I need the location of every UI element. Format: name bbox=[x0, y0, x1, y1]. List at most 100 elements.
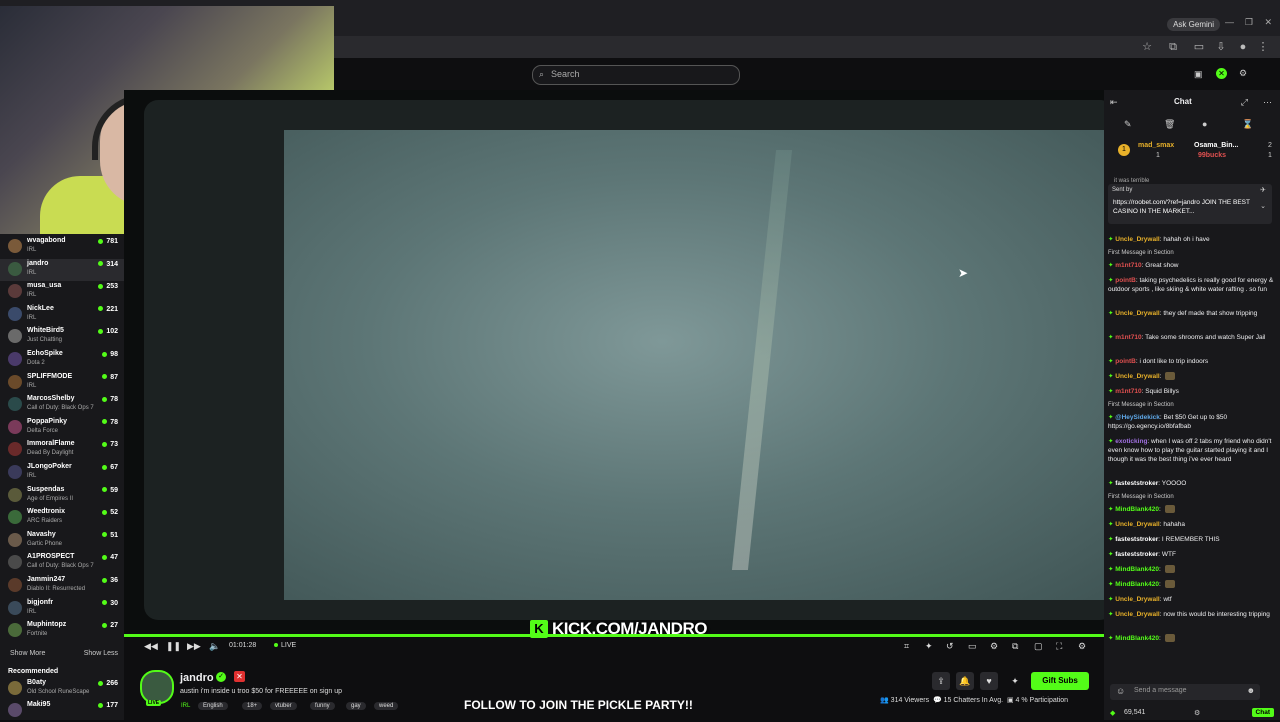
profile-avatar-icon[interactable]: ● bbox=[1236, 40, 1250, 54]
video-player[interactable]: ➤ bbox=[124, 90, 1104, 638]
sidebar-channel-echospike[interactable]: EchoSpike Dota 2 98 bbox=[0, 349, 124, 371]
live-indicator[interactable]: LIVE bbox=[274, 642, 296, 649]
chat-username[interactable]: @HeySidekick bbox=[1115, 414, 1160, 421]
download-icon[interactable]: ⇩ bbox=[1214, 40, 1228, 54]
recommended-channel-maki95[interactable]: Maki95 177 bbox=[0, 700, 124, 722]
volume-icon[interactable]: 🔈 bbox=[209, 641, 220, 652]
minimize-icon[interactable]: — bbox=[1225, 17, 1234, 27]
pause-icon[interactable]: ❚❚ bbox=[166, 641, 181, 652]
maximize-icon[interactable]: ❐ bbox=[1245, 17, 1253, 28]
chat-username[interactable]: Uncle_Drywall bbox=[1115, 236, 1159, 243]
gifter-name[interactable]: Osama_Bin... bbox=[1194, 142, 1238, 149]
stream-tag[interactable]: vtuber bbox=[270, 702, 297, 710]
show-more-button[interactable]: Show More bbox=[10, 650, 45, 657]
sidebar-channel-wvagabond[interactable]: wvagabond IRL 781 bbox=[0, 236, 124, 258]
sidebar-channel-jlongopoker[interactable]: JLongoPoker IRL 67 bbox=[0, 462, 124, 484]
channel-points[interactable]: 69,541 bbox=[1124, 709, 1145, 716]
chat-input[interactable]: ☺ Send a message ☻ bbox=[1110, 684, 1260, 700]
sidebar-channel-jammin247[interactable]: Jammin247 Diablo II: Resurrected 36 bbox=[0, 575, 124, 597]
chat-username[interactable]: pointB bbox=[1115, 358, 1136, 365]
chat-settings-gear-icon[interactable]: ⚙ bbox=[1194, 709, 1200, 717]
collapse-chat-icon[interactable]: ⇤ bbox=[1110, 97, 1118, 108]
browse-icon[interactable]: ▣ bbox=[1194, 69, 1203, 80]
stream-tag[interactable]: gay bbox=[346, 702, 366, 710]
sidebar-channel-nicklee[interactable]: NickLee IRL 221 bbox=[0, 304, 124, 326]
streamer-name[interactable]: jandro bbox=[180, 672, 214, 684]
stream-tag[interactable]: English bbox=[198, 702, 228, 710]
gift-icon[interactable]: ✦ bbox=[1006, 672, 1024, 690]
sidebar-channel-spliffmode[interactable]: SPLIFFMODE IRL 87 bbox=[0, 372, 124, 394]
chat-username[interactable]: MindBlank420 bbox=[1115, 506, 1159, 513]
sidebar-channel-suspendas[interactable]: Suspendas Age of Empires II 59 bbox=[0, 485, 124, 507]
theater-mode-icon[interactable]: ▭ bbox=[968, 641, 977, 652]
chat-username[interactable]: Uncle_Drywall bbox=[1115, 310, 1159, 317]
chat-username[interactable]: MindBlank420 bbox=[1115, 581, 1159, 588]
kick-logo-icon[interactable]: ✕ bbox=[1216, 68, 1227, 79]
send-chat-button[interactable]: Chat bbox=[1251, 708, 1274, 717]
show-less-button[interactable]: Show Less bbox=[84, 650, 118, 657]
fullscreen-icon[interactable]: ⛶ bbox=[1056, 641, 1062, 652]
expand-pinned-icon[interactable]: ⌄ bbox=[1260, 202, 1266, 210]
emote-picker-icon[interactable]: ☺ bbox=[1116, 686, 1125, 696]
stream-tag[interactable]: funny bbox=[310, 702, 335, 710]
sidebar-channel-bigjonfr[interactable]: bigjonfr IRL 30 bbox=[0, 598, 124, 620]
browser-menu-icon[interactable]: ⋮ bbox=[1256, 40, 1270, 54]
bubble-icon[interactable]: ● bbox=[1202, 119, 1207, 129]
chat-username[interactable]: m1nt710 bbox=[1115, 388, 1141, 395]
timer-icon[interactable]: ⌛ bbox=[1242, 119, 1253, 130]
popout-icon[interactable]: ⤢ bbox=[1241, 97, 1248, 108]
chat-username[interactable]: MindBlank420 bbox=[1115, 635, 1159, 642]
sidebar-channel-musa_usa[interactable]: musa_usa IRL 253 bbox=[0, 281, 124, 303]
pip-icon[interactable]: ⧉ bbox=[1012, 641, 1018, 652]
sidebar-panel-icon[interactable]: ▭ bbox=[1192, 40, 1206, 54]
sidebar-channel-whitebird5[interactable]: WhiteBird5 Just Chatting 102 bbox=[0, 326, 124, 348]
cast-icon[interactable]: ▢ bbox=[1034, 641, 1043, 652]
gift-subs-button[interactable]: Gift Subs bbox=[1031, 672, 1089, 690]
chat-username[interactable]: MindBlank420 bbox=[1115, 566, 1159, 573]
follow-heart-icon[interactable]: ♥ bbox=[980, 672, 998, 690]
x-social-icon[interactable]: ✕ bbox=[234, 671, 245, 682]
chat-username[interactable]: Uncle_Drywall bbox=[1115, 611, 1159, 618]
sidebar-channel-a1prospect[interactable]: A1PROSPECT Call of Duty: Black Ops 7 47 bbox=[0, 552, 124, 574]
chat-username[interactable]: Uncle_Drywall bbox=[1115, 521, 1159, 528]
gifter-name[interactable]: 99bucks bbox=[1198, 152, 1226, 159]
stream-tag[interactable]: 18+ bbox=[242, 702, 263, 710]
close-window-icon[interactable]: ✕ bbox=[1264, 17, 1272, 28]
clip-icon[interactable]: ⌗ bbox=[904, 641, 909, 652]
chat-username[interactable]: fasteststroker bbox=[1115, 480, 1158, 487]
sidebar-channel-navashy[interactable]: Navashy Gartic Phone 51 bbox=[0, 530, 124, 552]
gear-icon[interactable]: ⚙ bbox=[1078, 641, 1086, 652]
ask-gemini-button[interactable]: Ask Gemini bbox=[1167, 18, 1220, 31]
forward-icon[interactable]: ▶▶ bbox=[187, 641, 201, 652]
emoji-icon[interactable]: ☻ bbox=[1247, 686, 1255, 695]
effects-icon[interactable]: ✦ bbox=[925, 641, 933, 652]
chat-settings-icon[interactable]: ⋯ bbox=[1263, 97, 1272, 108]
sidebar-channel-weedtronix[interactable]: Weedtronix ARC Raiders 52 bbox=[0, 507, 124, 529]
chat-username[interactable]: exoticking bbox=[1115, 438, 1147, 445]
sidebar-channel-jandro[interactable]: jandro IRL 314 bbox=[0, 258, 124, 281]
rewind-stream-icon[interactable]: ↺ bbox=[946, 641, 954, 652]
user-menu-icon[interactable]: ⚙ bbox=[1239, 68, 1247, 79]
notification-bell-icon[interactable]: 🔔 bbox=[956, 672, 974, 690]
sidebar-channel-poppapinky[interactable]: PoppaPinky Delta Force 78 bbox=[0, 417, 124, 439]
sidebar-channel-muphintopz[interactable]: Muphintopz Fortnite 27 bbox=[0, 620, 124, 642]
chat-username[interactable]: fasteststroker bbox=[1115, 551, 1158, 558]
sidebar-channel-marcosshelby[interactable]: MarcosShelby Call of Duty: Black Ops 7 78 bbox=[0, 394, 124, 416]
pin-icon[interactable]: ✎ bbox=[1124, 119, 1132, 130]
stream-tag[interactable]: weed bbox=[374, 702, 399, 710]
search-input[interactable]: ⌕ Search bbox=[532, 65, 740, 85]
unpin-icon[interactable]: ✈ bbox=[1260, 186, 1266, 194]
delete-icon[interactable]: 🗑 bbox=[1164, 119, 1175, 130]
recommended-channel-b0aty[interactable]: B0aty Old School RuneScape 266 bbox=[0, 678, 124, 700]
pinned-link[interactable]: https://roobet.com/?ref=jandro JOIN THE … bbox=[1113, 198, 1253, 216]
share-icon[interactable]: ⇪ bbox=[932, 672, 950, 690]
rewind-icon[interactable]: ◀◀ bbox=[144, 641, 158, 652]
sidebar-channel-immoralflame[interactable]: ImmoralFlame Dead By Daylight 73 bbox=[0, 439, 124, 461]
gifter-name[interactable]: mad_smax bbox=[1138, 142, 1174, 149]
bookmark-star-icon[interactable]: ☆ bbox=[1140, 40, 1154, 54]
chat-username[interactable]: Uncle_Drywall bbox=[1115, 596, 1159, 603]
chat-username[interactable]: m1nt710 bbox=[1115, 334, 1141, 341]
playback-progress-bar[interactable] bbox=[124, 634, 1104, 637]
category-link[interactable]: IRL bbox=[181, 703, 190, 709]
chat-username[interactable]: Uncle_Drywall bbox=[1115, 373, 1159, 380]
